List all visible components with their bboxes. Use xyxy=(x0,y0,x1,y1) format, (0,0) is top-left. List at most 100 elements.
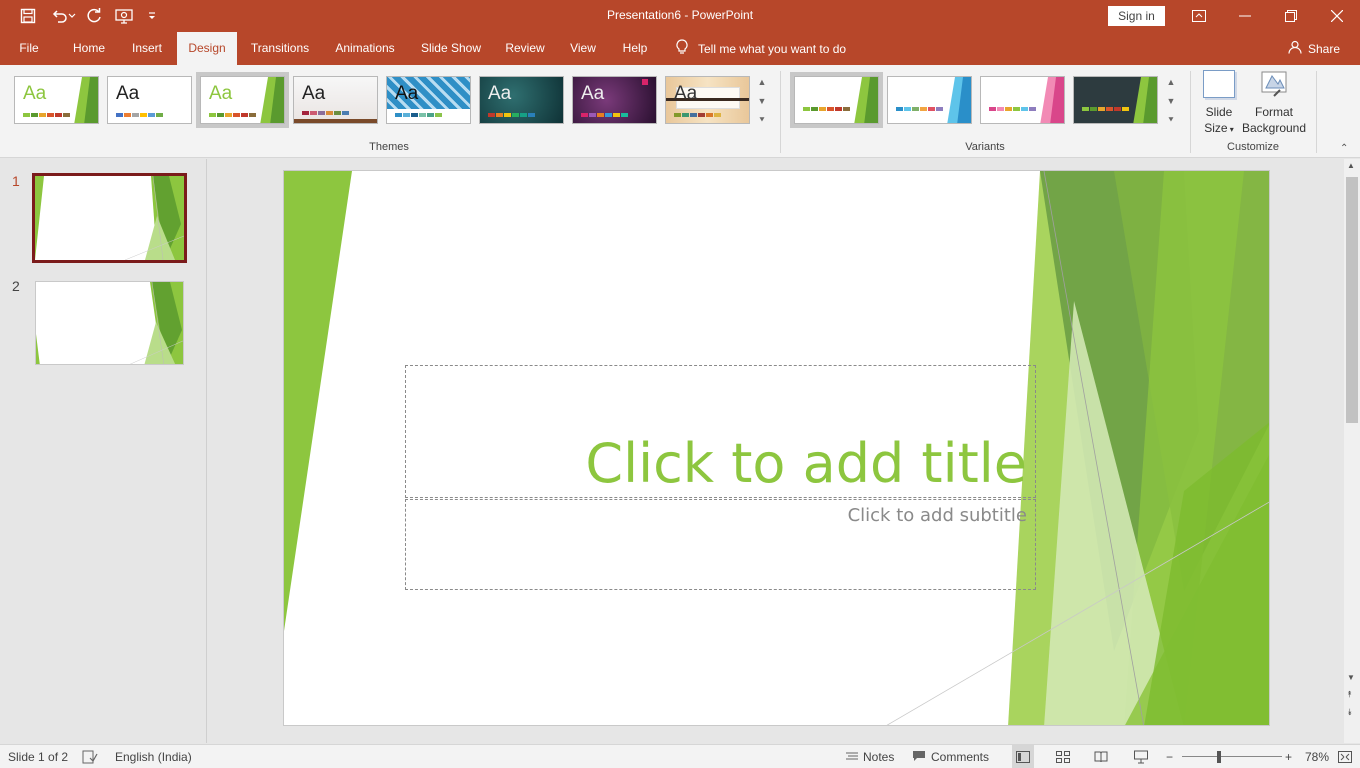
scroll-up-icon[interactable]: ▲ xyxy=(1347,161,1355,170)
color-swatch-strip xyxy=(896,107,943,111)
spell-check-icon[interactable] xyxy=(82,745,98,768)
subtitle-placeholder[interactable]: Click to add subtitle xyxy=(405,499,1036,590)
slide-number: 2 xyxy=(12,278,20,294)
theme-facet-thumbnail[interactable]: Aa xyxy=(14,76,99,124)
tab-transitions[interactable]: Transitions xyxy=(244,32,316,65)
previous-slide-icon[interactable]: ⯭ xyxy=(1347,689,1352,700)
tab-home[interactable]: Home xyxy=(64,32,114,65)
current-slide-canvas[interactable]: Click to add title Click to add subtitle xyxy=(283,170,1270,726)
slide-size-icon xyxy=(1203,70,1235,98)
close-icon[interactable] xyxy=(1314,0,1360,32)
slide-thumbnail-pane: 1 2 xyxy=(0,159,207,743)
theme-pattern-thumbnail[interactable]: Aa xyxy=(386,76,471,124)
tab-animations[interactable]: Animations xyxy=(326,32,404,65)
notes-button[interactable]: Notes xyxy=(846,745,894,768)
tab-insert[interactable]: Insert xyxy=(122,32,172,65)
scroll-down-icon[interactable]: ▼ xyxy=(1347,673,1355,682)
vertical-scrollbar[interactable]: ▲ ▼ ⯭ ⯯ xyxy=(1344,159,1360,743)
format-background-button[interactable]: Format Background xyxy=(1240,70,1308,136)
themes-scroll-down-icon[interactable]: ▼ xyxy=(755,92,769,110)
slide-size-label-line1: Slide xyxy=(1205,105,1233,119)
undo-dropdown-icon[interactable] xyxy=(66,6,78,26)
theme-facet-current-thumbnail[interactable]: Aa xyxy=(200,76,285,124)
tab-slide-show[interactable]: Slide Show xyxy=(414,32,488,65)
slide-number: 1 xyxy=(12,173,20,189)
color-swatch-strip xyxy=(302,111,349,115)
tab-file[interactable]: File xyxy=(10,32,48,65)
collapse-ribbon-icon[interactable]: ⌃ xyxy=(1340,143,1348,154)
group-divider xyxy=(780,71,781,153)
slideshow-view-icon[interactable] xyxy=(1130,745,1152,768)
next-slide-icon[interactable]: ⯯ xyxy=(1347,707,1352,718)
share-label: Share xyxy=(1308,41,1341,56)
variant-dark-thumbnail[interactable] xyxy=(1073,76,1158,124)
slide-thumbnail-2[interactable] xyxy=(35,281,184,365)
variants-scroll-up-icon[interactable]: ▲ xyxy=(1164,73,1178,91)
share-button[interactable]: Share xyxy=(1288,32,1340,65)
customize-qat-icon[interactable] xyxy=(142,6,162,26)
color-swatch-strip xyxy=(116,113,163,117)
restore-icon[interactable] xyxy=(1268,0,1314,32)
reading-view-icon[interactable] xyxy=(1090,745,1112,768)
variant-green-thumbnail[interactable] xyxy=(794,76,879,124)
comments-label: Comments xyxy=(931,750,990,764)
zoom-out-icon[interactable]: − xyxy=(1166,745,1173,768)
comment-icon xyxy=(912,750,926,765)
notes-label: Notes xyxy=(863,750,895,764)
save-icon[interactable] xyxy=(18,6,38,26)
themes-more-icon[interactable]: ⯆ xyxy=(755,111,769,129)
tell-me-box[interactable]: Tell me what you want to do xyxy=(676,32,846,65)
dropdown-arrow-icon: ▾ xyxy=(1227,125,1234,134)
minimize-icon[interactable] xyxy=(1222,0,1268,32)
tab-help[interactable]: Help xyxy=(614,32,656,65)
ribbon-display-options-icon[interactable] xyxy=(1176,0,1222,32)
sign-in-button[interactable]: Sign in xyxy=(1108,6,1165,26)
scrollbar-thumb[interactable] xyxy=(1346,177,1358,423)
slide-thumbnail-1[interactable] xyxy=(32,173,187,263)
variants-scroll-down-icon[interactable]: ▼ xyxy=(1164,92,1178,110)
comments-button[interactable]: Comments xyxy=(912,745,989,768)
tab-design[interactable]: Design xyxy=(177,32,237,65)
tab-view[interactable]: View xyxy=(562,32,604,65)
format-background-label-line1: Format xyxy=(1254,105,1293,119)
fit-slide-icon[interactable] xyxy=(1338,745,1352,768)
themes-group-label: Themes xyxy=(369,141,409,153)
theme-ion-boardroom-thumbnail[interactable]: Aa xyxy=(572,76,657,124)
title-placeholder-text: Click to add title xyxy=(585,432,1027,495)
color-swatch-strip xyxy=(488,113,535,117)
language-indicator[interactable]: English (India) xyxy=(115,745,192,768)
present-from-start-icon[interactable] xyxy=(114,6,134,26)
variants-more-icon[interactable]: ⯆ xyxy=(1164,111,1178,129)
tell-me-text: Tell me what you want to do xyxy=(698,41,847,56)
redo-icon[interactable] xyxy=(84,6,104,26)
theme-preview-text: Aa xyxy=(209,83,233,104)
theme-gallery-thumbnail[interactable]: Aa xyxy=(293,76,378,124)
color-swatch-strip xyxy=(989,107,1036,111)
normal-view-icon[interactable] xyxy=(1012,745,1034,768)
format-background-icon xyxy=(1258,70,1290,98)
color-swatch-strip xyxy=(803,107,850,111)
zoom-in-icon[interactable]: + xyxy=(1285,745,1292,768)
theme-ion-thumbnail[interactable]: Aa xyxy=(479,76,564,124)
tab-review[interactable]: Review xyxy=(498,32,552,65)
variant-blue-thumbnail[interactable] xyxy=(887,76,972,124)
theme-preview-text: Aa xyxy=(302,83,326,104)
title-placeholder[interactable]: Click to add title xyxy=(405,365,1036,498)
zoom-slider-thumb[interactable] xyxy=(1217,751,1221,763)
zoom-level[interactable]: 78% xyxy=(1305,745,1329,768)
notes-icon xyxy=(846,750,858,764)
customize-group-label: Customize xyxy=(1227,141,1279,153)
slide-counter: Slide 1 of 2 xyxy=(8,750,69,764)
theme-preview-text: Aa xyxy=(581,83,605,104)
zoom-slider[interactable] xyxy=(1182,745,1282,768)
slide-sorter-view-icon[interactable] xyxy=(1052,745,1074,768)
slide-size-button[interactable]: Slide Size ▾ xyxy=(1198,70,1240,138)
subtitle-placeholder-text: Click to add subtitle xyxy=(847,505,1027,526)
theme-office-thumbnail[interactable]: Aa xyxy=(107,76,192,124)
themes-scroll-up-icon[interactable]: ▲ xyxy=(755,73,769,91)
lightbulb-icon xyxy=(676,39,688,58)
theme-preview-text: Aa xyxy=(488,83,512,104)
variant-pink-thumbnail[interactable] xyxy=(980,76,1065,124)
theme-preview-text: Aa xyxy=(116,83,140,104)
theme-organic-thumbnail[interactable]: Aa xyxy=(665,76,750,124)
